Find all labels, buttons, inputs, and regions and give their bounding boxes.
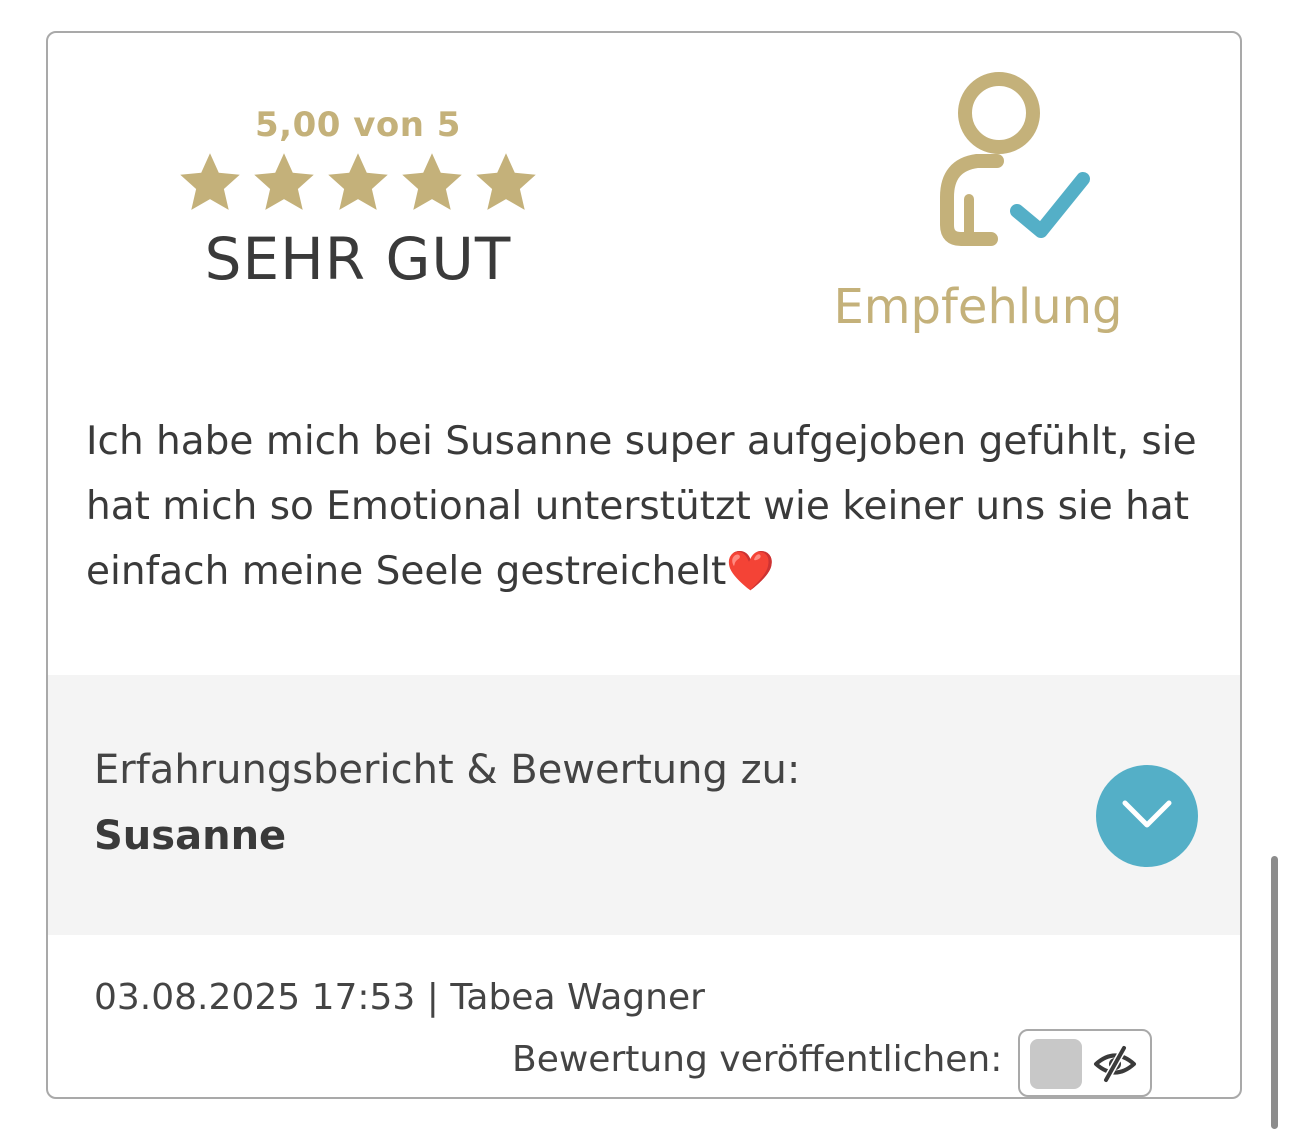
review-meta: 03.08.2025 17:53 | Tabea Wagner (94, 977, 705, 1018)
heart-emoji: ❤️ (726, 549, 775, 594)
user-check-icon (898, 69, 1128, 253)
toggle-knob (1030, 1039, 1082, 1089)
review-card: 5,00 von 5 SEHR GUT Empfehlung Ich habe … (46, 31, 1242, 1099)
eye-slash-icon (1092, 1044, 1138, 1087)
review-body: Ich habe mich bei Susanne super aufgejob… (86, 419, 1197, 594)
star-icon (471, 149, 541, 217)
rating-verdict: SEHR GUT (204, 225, 512, 293)
recommendation-block: Empfehlung (828, 69, 1128, 335)
review-author: Tabea Wagner (450, 977, 705, 1018)
review-subject-name: Susanne (94, 813, 287, 859)
star-icon (249, 149, 319, 217)
rating-block: 5,00 von 5 SEHR GUT (168, 105, 548, 293)
review-date: 03.08.2025 17:53 (94, 977, 416, 1018)
publish-toggle[interactable] (1018, 1029, 1152, 1097)
review-subject-label: Erfahrungsbericht & Bewertung zu: (94, 747, 801, 793)
rating-score: 5,00 von 5 (255, 105, 461, 145)
expand-button[interactable] (1096, 765, 1198, 867)
publish-label: Bewertung veröffentlichen: (512, 1039, 1003, 1080)
scrollbar[interactable] (1271, 856, 1278, 1129)
review-text: Ich habe mich bei Susanne super aufgejob… (86, 409, 1226, 604)
star-icon (175, 149, 245, 217)
star-icon (323, 149, 393, 217)
star-rating (168, 149, 548, 217)
star-icon (397, 149, 467, 217)
recommendation-label: Empfehlung (833, 279, 1123, 335)
meta-separator: | (426, 977, 439, 1018)
chevron-down-icon (1119, 797, 1175, 835)
review-subject-panel: Erfahrungsbericht & Bewertung zu: Susann… (48, 675, 1240, 935)
